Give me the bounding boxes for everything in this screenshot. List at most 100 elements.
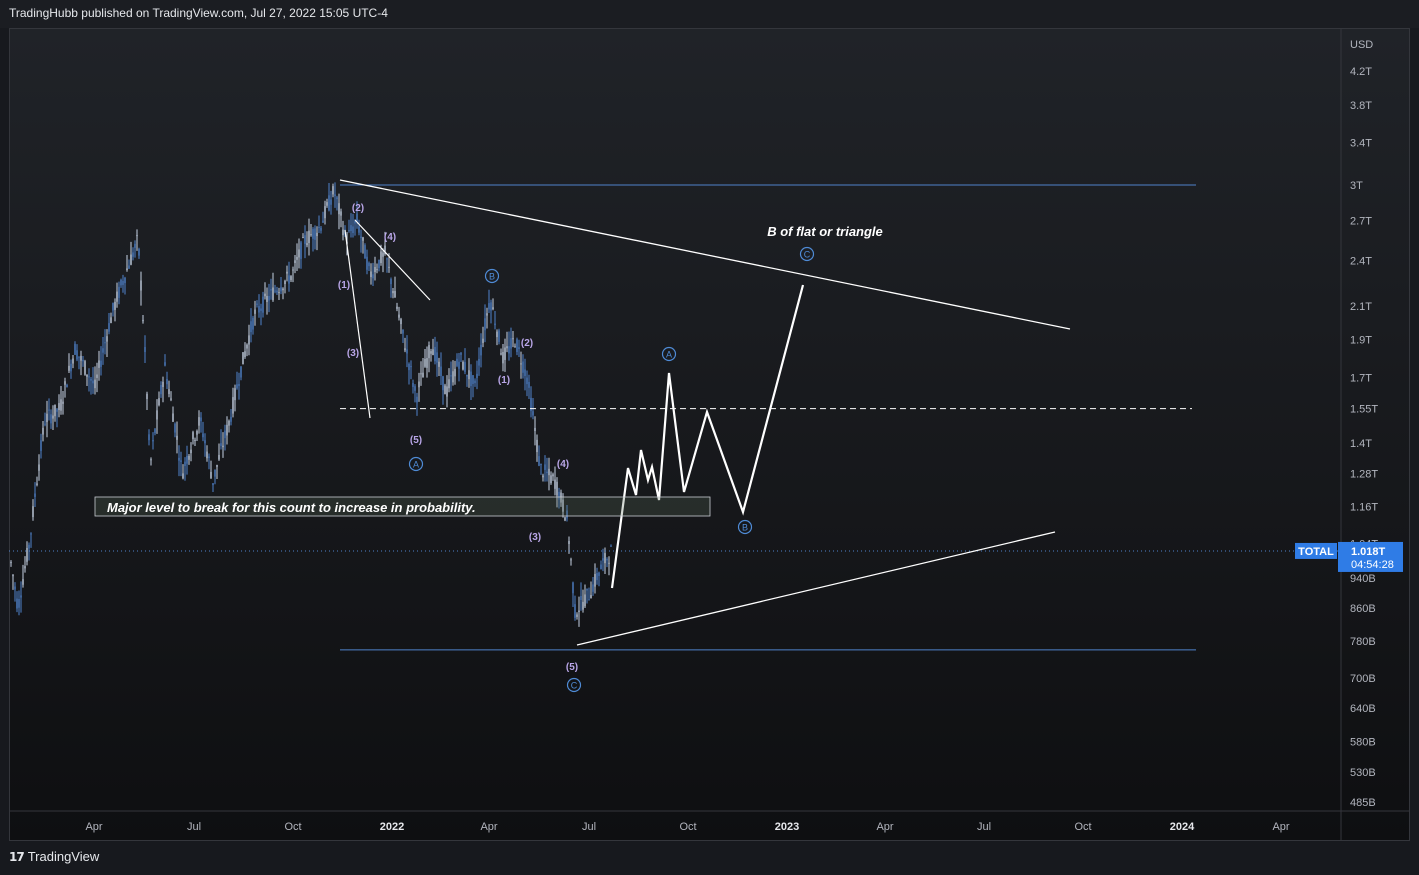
candle-body: [98, 360, 100, 368]
wave-label: (3): [529, 532, 541, 543]
candle-body: [236, 384, 238, 389]
candle-body: [86, 374, 88, 377]
wave-label: (1): [338, 280, 350, 291]
candle-body: [306, 243, 308, 246]
candle-body: [134, 243, 136, 248]
candle-body: [390, 279, 392, 285]
candle-body: [350, 225, 352, 232]
candle-body: [480, 344, 482, 356]
candle-body: [170, 398, 172, 400]
time-tick-label: 2023: [775, 821, 799, 833]
candle-body: [292, 269, 294, 271]
candle-body: [58, 403, 60, 411]
candle-body: [286, 271, 288, 274]
candle-body: [544, 464, 546, 470]
candle-body: [462, 361, 464, 370]
candle-body: [246, 344, 248, 349]
publisher-header: TradingHubb published on TradingView.com…: [0, 0, 1419, 28]
time-tick-label: Oct: [284, 821, 301, 833]
candle-body: [402, 329, 404, 334]
candle-body: [334, 194, 336, 197]
candle-body: [386, 258, 388, 260]
candle-body: [116, 291, 118, 302]
candle-body: [532, 411, 534, 416]
candle-body: [440, 366, 442, 377]
candle-body: [348, 230, 350, 232]
candle-body: [250, 321, 252, 333]
time-tick-label: Jul: [582, 821, 596, 833]
time-tick-label: Oct: [679, 821, 696, 833]
price-tick-label: 2.4T: [1350, 256, 1372, 268]
candle-body: [36, 483, 38, 485]
candle-body: [490, 302, 492, 311]
circled-wave-label: A: [408, 456, 424, 472]
price-tick-label: 1.7T: [1350, 372, 1372, 384]
candle-body: [68, 365, 70, 371]
circle-letter: B: [742, 523, 748, 533]
candle-body: [188, 455, 190, 460]
candle-body: [552, 474, 554, 477]
candle-body: [586, 588, 588, 591]
candle-body: [122, 280, 124, 285]
candle-body: [382, 252, 384, 257]
candle-body: [124, 277, 126, 284]
price-tick-label: 640B: [1350, 703, 1376, 715]
candle-body: [220, 443, 222, 446]
candle-body: [314, 228, 316, 240]
candle-body: [526, 377, 528, 385]
price-tick-label: 780B: [1350, 636, 1376, 648]
candle-body: [264, 293, 266, 297]
descending-trendline: [339, 179, 1071, 330]
candle-body: [414, 386, 416, 391]
candle-body: [238, 383, 240, 387]
candle-body: [204, 440, 206, 444]
candle-body: [378, 259, 380, 269]
candle-body: [156, 410, 158, 420]
candle-body: [416, 396, 418, 403]
candle-body: [158, 398, 160, 406]
candle-body: [542, 475, 544, 478]
candle-body: [446, 386, 448, 397]
candle-body: [550, 475, 552, 484]
candle-body: [360, 236, 362, 238]
price-chart[interactable]: Major level to break for this count to i…: [9, 28, 1410, 841]
candle-body: [78, 356, 80, 358]
time-tick-label: 2022: [380, 821, 404, 833]
candle-body: [538, 456, 540, 466]
candle-body: [374, 266, 376, 273]
candle-body: [428, 345, 430, 359]
candle-body: [268, 295, 270, 301]
candle-body: [130, 254, 132, 265]
time-tick-label: Oct: [1074, 821, 1091, 833]
time-tick-label: 2024: [1170, 821, 1195, 833]
candle-body: [38, 464, 40, 471]
candle-body: [434, 346, 436, 362]
candle-body: [372, 274, 374, 279]
candle-body: [14, 586, 16, 590]
tradingview-brand[interactable]: 17 TradingView: [9, 849, 99, 864]
candle-body: [404, 348, 406, 351]
candle-body: [392, 291, 394, 294]
candle-body: [576, 614, 578, 617]
candle-body: [492, 307, 494, 310]
candle-body: [454, 368, 456, 377]
candle-body: [150, 459, 152, 461]
candle-body: [206, 451, 208, 459]
candle-body: [436, 352, 438, 363]
wave-label: (5): [410, 435, 422, 446]
candle-body: [46, 413, 48, 423]
wave-label: (3): [347, 348, 359, 359]
candle-body: [66, 384, 68, 388]
candle-body: [456, 358, 458, 366]
candle-body: [226, 424, 228, 436]
candle-body: [72, 358, 74, 364]
candle-body: [260, 308, 262, 311]
candle-body: [296, 256, 298, 260]
candle-body: [512, 338, 514, 340]
candle-body: [300, 242, 302, 259]
candle-body: [472, 375, 474, 384]
candle-body: [438, 361, 440, 367]
candle-body: [288, 275, 290, 284]
candle-body: [252, 317, 254, 330]
candle-body: [174, 423, 176, 433]
